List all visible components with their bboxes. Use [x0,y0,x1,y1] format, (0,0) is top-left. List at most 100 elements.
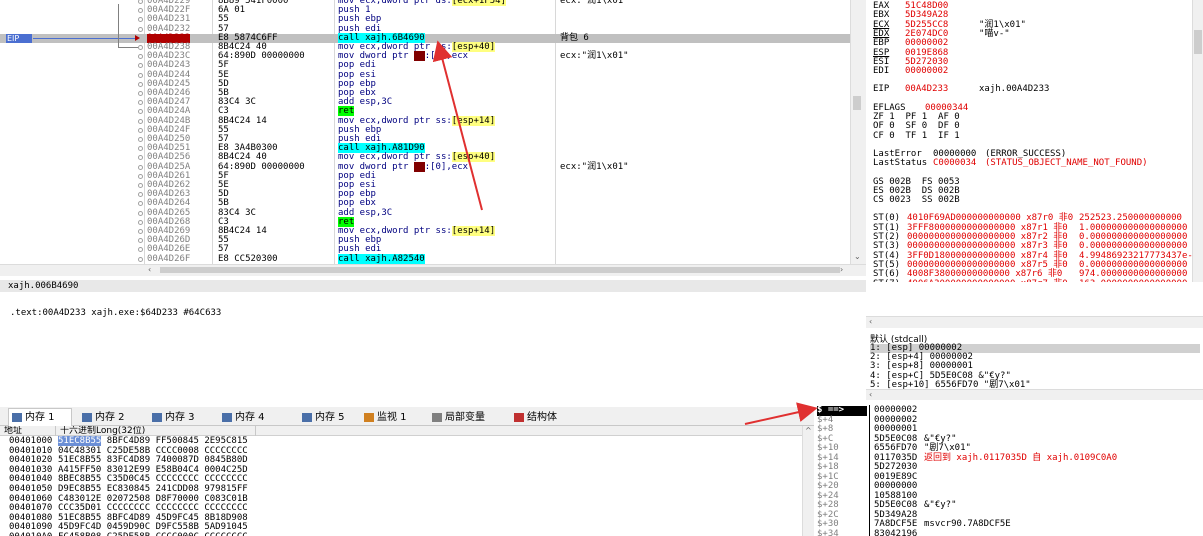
calling-convention-panel[interactable]: 默认 (stdcall) 1: [esp] 00000002 2: [esp+4]… [866,330,1203,405]
stack-row[interactable]: $+30 7A8DCF5E msvcr90.7A8DCF5E [814,519,1203,530]
breakpoint-dot-icon[interactable] [138,164,143,170]
dump-col-address[interactable]: 地址 [0,426,56,436]
disasm-row[interactable]: 00A4D244 5E pop esi [0,70,850,80]
disasm-row[interactable]: 00A4D243 5F pop edi [0,61,850,70]
stack-row[interactable]: $+28 5D5E0C08 &"€y?" [814,500,1203,511]
disasm-row[interactable]: 00A4D25A 64:890D 00000000 mov dword ptr ▪▪… [0,161,850,172]
disasm-row[interactable]: 00A4D263 5D pop ebp [0,189,850,199]
tab-1[interactable]: 内存 1 [8,408,72,426]
memory-icon [12,413,22,422]
stack-row[interactable]: $+34 83042196 [814,529,1203,536]
disasm-comment: ecx:"润1\x01" [560,161,629,172]
tab-8[interactable]: 结构体 [510,408,570,426]
tab-2[interactable]: 内存 2 [78,408,142,426]
registers-panel[interactable]: EAX 51C48D00 EBX 5D349A28 ECX 5D255CC8 "润1\x01… [866,0,1203,282]
stack-row[interactable]: $+24 10588100 [814,491,1203,502]
disasm-row[interactable]: 00A4D26F E8 CC520300 call xajh.A82540 [0,253,850,264]
breakpoint-dot-icon[interactable] [138,192,143,198]
breakpoint-dot-icon[interactable] [138,45,143,50]
scroll-thumb[interactable] [160,267,840,273]
disasm-row[interactable]: 00A4D246 5B pop ebx [0,88,850,98]
disasm-vertical-scrollbar[interactable]: ⌄ [850,0,866,264]
memory-dump-panel[interactable]: 地址 十六进制Long(32位) 00401000 51EC8B55 8BFC4D… [0,426,814,536]
breakpoint-dot-icon[interactable] [138,127,143,133]
breakpoint-dot-icon[interactable] [138,54,143,60]
disasm-row[interactable]: 00A4D26D 55 push ebp [0,235,850,245]
breakpoint-dot-icon[interactable] [138,183,143,188]
disasm-row[interactable]: 00A4D26E 57 push edi [0,245,850,254]
disasm-row[interactable]: 00A4D232 57 push edi [0,24,850,34]
scroll-thumb[interactable] [1194,30,1202,54]
breakpoint-dot-icon[interactable] [138,155,143,161]
scroll-down-icon[interactable]: ⌄ [854,252,861,262]
disasm-horizontal-scrollbar[interactable]: ‹ › [0,264,866,276]
breakpoint-dot-icon[interactable] [138,118,143,124]
disasm-row[interactable]: 00A4D24B 8B4C24 14 mov ecx,dword ptr ss:[e… [0,115,850,126]
breakpoint-dot-icon[interactable] [138,146,143,152]
stack-row[interactable]: $+1C 0019E89C [814,472,1203,483]
stack-row[interactable]: $+14 0117035D 返回到 xajh.0117035D 自 xajh.010… [814,453,1203,464]
stack-panel[interactable]: $ ==> 00000002 $+4 00000002 $+8 00000001 $+C 5D… [814,405,1203,536]
scroll-left-icon[interactable]: ‹ [869,317,872,327]
tab-5[interactable]: 内存 5 [298,408,354,426]
disasm-row[interactable]: 00A4D265 83C4 3C add esp,3C [0,208,850,218]
disasm-row[interactable]: 00A4D245 5D pop ebp [0,79,850,89]
tab-label: 结构体 [527,412,557,423]
stack-row[interactable]: $+18 5D272030 [814,462,1203,473]
disasm-row[interactable]: 00A4D269 8B4C24 14 mov ecx,dword ptr ss:[e… [0,226,850,236]
info-bar: xajh.006B4690 [0,280,866,292]
stack-row[interactable]: $+4 00000002 [814,415,1203,426]
disasm-row[interactable]: 00A4D24F 55 push ebp [0,125,850,135]
stack-row[interactable]: $+8 00000001 [814,424,1203,435]
breakpoint-dot-icon[interactable] [138,17,143,23]
dump-col-hex[interactable]: 十六进制Long(32位) [56,426,256,436]
conv-horizontal-scrollbar[interactable]: ‹ [866,389,1203,400]
disasm-row[interactable]: 00A4D264 5B pop ebx [0,199,850,208]
tab-6[interactable]: 监视 1 [360,408,422,426]
scroll-left-icon[interactable]: ‹ [148,265,151,275]
breakpoint-dot-icon[interactable] [138,201,143,207]
disasm-row[interactable]: 00A4D261 5F pop edi [0,171,850,181]
dump-hex-cell: CCCC000C [156,532,199,536]
scroll-left-icon[interactable]: ‹ [869,390,872,400]
stack-row[interactable]: $+20 00000000 [814,481,1203,492]
stack-row[interactable]: $+C 5D5E0C08 &"€y?" [814,434,1203,445]
breakpoint-dot-icon[interactable] [138,210,143,216]
breakpoint-dot-icon[interactable] [138,0,143,4]
eip-marker: EIP [6,33,32,43]
breakpoint-dot-icon[interactable] [138,81,143,87]
jump-arrow-line [118,4,119,47]
breakpoint-dot-icon[interactable] [138,173,143,179]
breakpoint-dot-icon[interactable] [138,229,143,234]
breakpoint-dot-icon[interactable] [138,238,143,244]
breakpoint-dot-icon[interactable] [138,72,143,78]
disasm-row[interactable]: 00A4D22F 6A 01 push 1 [0,5,850,15]
breakpoint-dot-icon[interactable] [138,109,143,115]
breakpoint-dot-icon[interactable] [138,137,143,142]
breakpoint-dot-icon[interactable] [138,63,143,69]
breakpoint-dot-icon[interactable] [138,91,143,96]
tab-4[interactable]: 内存 4 [218,408,292,426]
disasm-row[interactable]: 00A4D250 57 push edi [0,134,850,144]
breakpoint-dot-icon[interactable] [138,256,143,262]
dump-vertical-scrollbar[interactable]: ^ [802,426,814,536]
scroll-thumb[interactable] [853,96,861,110]
registers-vertical-scrollbar[interactable] [1192,0,1203,282]
tab-3[interactable]: 内存 3 [148,408,212,426]
disasm-row[interactable]: 00A4D23C 64:890D 00000000 mov dword ptr ▪▪… [0,51,850,62]
tab-7[interactable]: 局部变量 [428,408,504,426]
scroll-right-icon[interactable]: › [840,265,843,275]
registers-horizontal-scrollbar[interactable]: ‹ [866,316,1203,328]
disasm-row[interactable]: 00A4D231 55 push ebp [0,15,850,24]
struct-icon [514,413,524,422]
breakpoint-dot-icon[interactable] [138,8,143,14]
breakpoint-dot-icon[interactable] [138,26,143,32]
scroll-up-icon[interactable]: ^ [805,426,812,436]
breakpoint-dot-icon[interactable] [138,247,143,253]
breakpoint-dot-icon[interactable] [138,219,143,225]
stack-row[interactable]: $ ==> 00000002 [814,405,1203,416]
disassembly-panel[interactable]: 00A4D229 8B89 541F0000 mov ecx,dword ptr d… [0,0,850,264]
disasm-row[interactable]: 00A4D262 5E pop esi [0,180,850,190]
breakpoint-dot-icon[interactable] [138,100,143,106]
disasm-row[interactable]: 00A4D247 83C4 3C add esp,3C [0,97,850,107]
